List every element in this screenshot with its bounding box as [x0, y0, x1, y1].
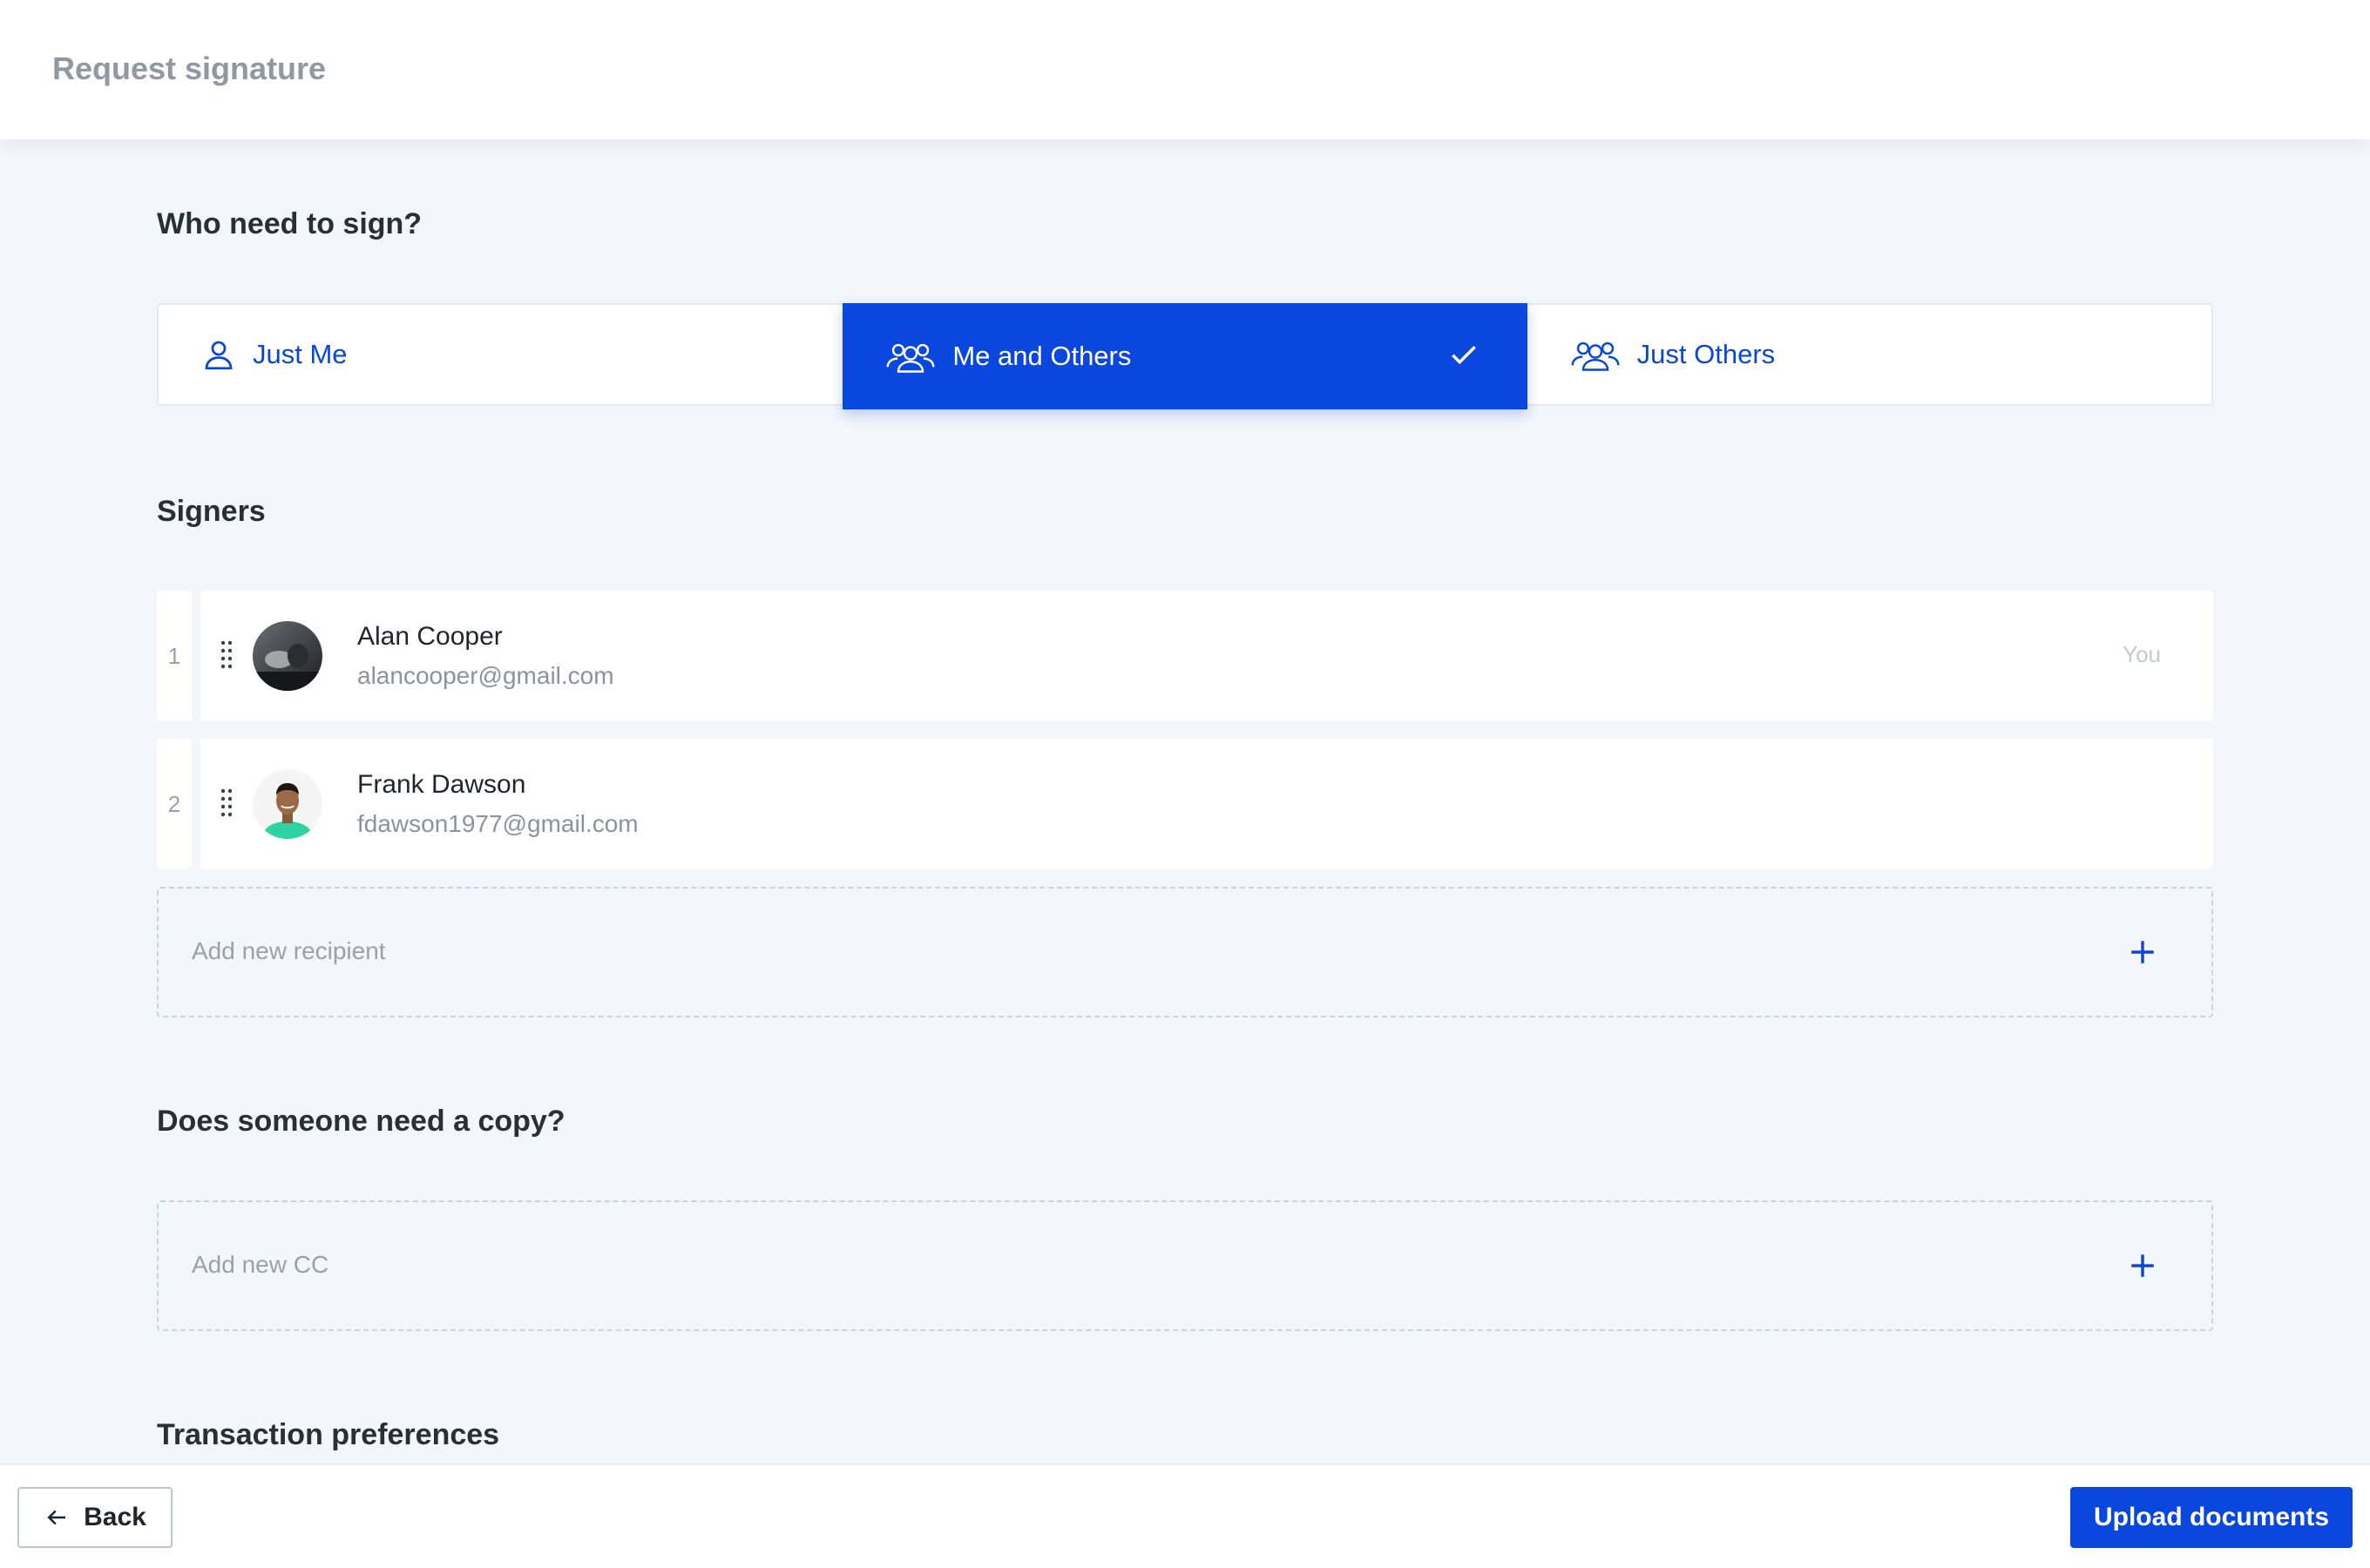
signer-order: 1 — [157, 591, 192, 721]
signer-email: alancooper@gmail.com — [357, 662, 614, 689]
signer-card[interactable]: Frank Dawson fdawson1977@gmail.com — [200, 739, 2213, 869]
add-cc-button[interactable]: Add new CC — [157, 1200, 2213, 1331]
option-just-others-label: Just Others — [1636, 339, 1776, 369]
header-bar: Request signature — [0, 0, 2370, 139]
signers-heading: Signers — [157, 495, 266, 528]
signer-email: fdawson1977@gmail.com — [357, 810, 639, 837]
drag-handle-icon[interactable] — [220, 639, 234, 671]
arrow-left-icon — [47, 1510, 66, 1525]
users-group-icon — [1569, 336, 1622, 373]
plus-icon — [2128, 1251, 2157, 1281]
option-me-and-others[interactable]: Me and Others — [843, 303, 1527, 409]
you-badge: You — [2123, 641, 2161, 667]
plus-icon — [2128, 937, 2157, 967]
option-me-and-others-label: Me and Others — [952, 341, 1132, 371]
back-button-label: Back — [84, 1503, 146, 1531]
back-button[interactable]: Back — [17, 1487, 173, 1548]
signer-row: 2 Frank Dawson fdawson1977@gmail.com — [157, 739, 2213, 869]
signer-name: Alan Cooper — [357, 622, 503, 651]
check-icon — [1447, 338, 1480, 371]
signer-order: 2 — [157, 739, 192, 869]
upload-documents-button[interactable]: Upload documents — [2070, 1487, 2353, 1548]
upload-documents-label: Upload documents — [2093, 1503, 2329, 1531]
who-sign-heading: Who need to sign? — [157, 207, 423, 240]
signer-name: Frank Dawson — [357, 770, 526, 799]
user-icon — [200, 336, 237, 373]
page-title: Request signature — [52, 51, 327, 86]
avatar — [253, 769, 322, 839]
signer-row: 1 Alan Cooper alancooper@gmail.com You — [157, 591, 2213, 721]
add-recipient-button[interactable]: Add new recipient — [157, 887, 2213, 1017]
option-just-others[interactable]: Just Others — [1527, 305, 2211, 404]
transaction-heading: Transaction preferences — [157, 1418, 500, 1451]
avatar — [253, 621, 322, 691]
cc-heading: Does someone need a copy? — [157, 1105, 565, 1138]
users-icon — [884, 338, 937, 375]
option-just-me-label: Just Me — [253, 339, 348, 369]
option-just-me[interactable]: Just Me — [159, 305, 843, 404]
drag-handle-icon[interactable] — [220, 787, 234, 819]
add-recipient-placeholder: Add new recipient — [192, 937, 386, 964]
signer-card[interactable]: Alan Cooper alancooper@gmail.com You — [200, 591, 2213, 721]
add-cc-placeholder: Add new CC — [192, 1251, 329, 1278]
signer-type-selector: Just Me Me and Others Just Others — [157, 303, 2213, 409]
footer-bar: Back Upload documents — [0, 1463, 2370, 1568]
